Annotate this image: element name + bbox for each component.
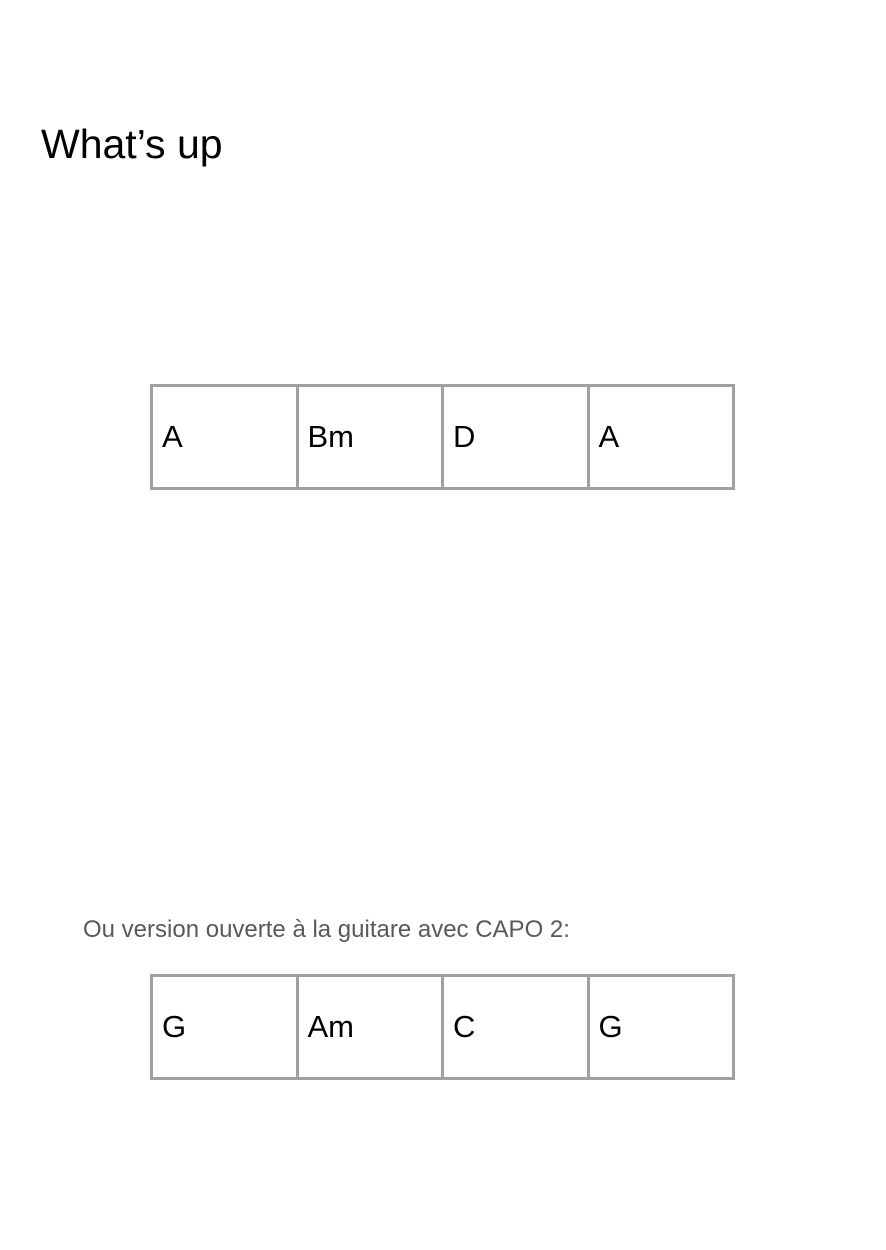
chord-cell: G	[150, 974, 299, 1080]
chord-table-capo: G Am C G	[150, 974, 735, 1080]
song-title: What’s up	[41, 121, 223, 167]
chord-row: G Am C G	[150, 974, 735, 1080]
chord-cell: G	[586, 974, 735, 1080]
chord-row: A Bm D A	[150, 384, 735, 490]
chord-cell: A	[150, 384, 299, 490]
capo-note: Ou version ouverte à la guitare avec CAP…	[83, 916, 570, 943]
chord-table-main: A Bm D A	[150, 384, 735, 490]
chord-cell: A	[586, 384, 735, 490]
chord-cell: D	[441, 384, 590, 490]
chord-cell: Am	[295, 974, 444, 1080]
chord-cell: C	[441, 974, 590, 1080]
chord-cell: Bm	[295, 384, 444, 490]
